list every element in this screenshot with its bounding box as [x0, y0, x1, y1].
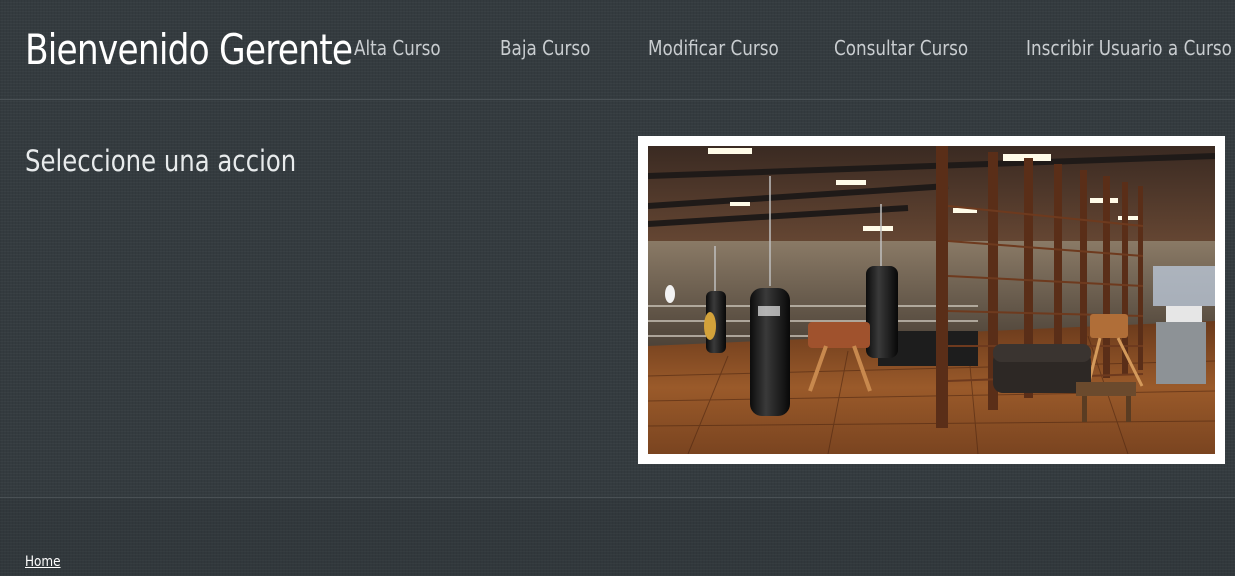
home-link[interactable]: Home	[25, 553, 61, 571]
gym-photo-frame	[638, 136, 1225, 464]
site-header: Bienvenido Gerente Alta Curso Baja Curso…	[0, 0, 1235, 100]
gym-photo	[648, 146, 1215, 454]
nav-consultar-curso[interactable]: Consultar Curso	[834, 34, 968, 62]
site-title: Bienvenido Gerente	[25, 25, 353, 74]
nav-inscribir-usuario[interactable]: Inscribir Usuario a Curso	[1026, 34, 1232, 62]
nav-modificar-curso[interactable]: Modificar Curso	[648, 34, 779, 62]
main-content: Seleccione una accion	[0, 101, 1235, 498]
page-heading: Seleccione una accion	[25, 144, 297, 178]
nav-alta-curso[interactable]: Alta Curso	[354, 34, 441, 62]
site-footer: Home	[0, 499, 1235, 576]
nav-baja-curso[interactable]: Baja Curso	[500, 34, 590, 62]
